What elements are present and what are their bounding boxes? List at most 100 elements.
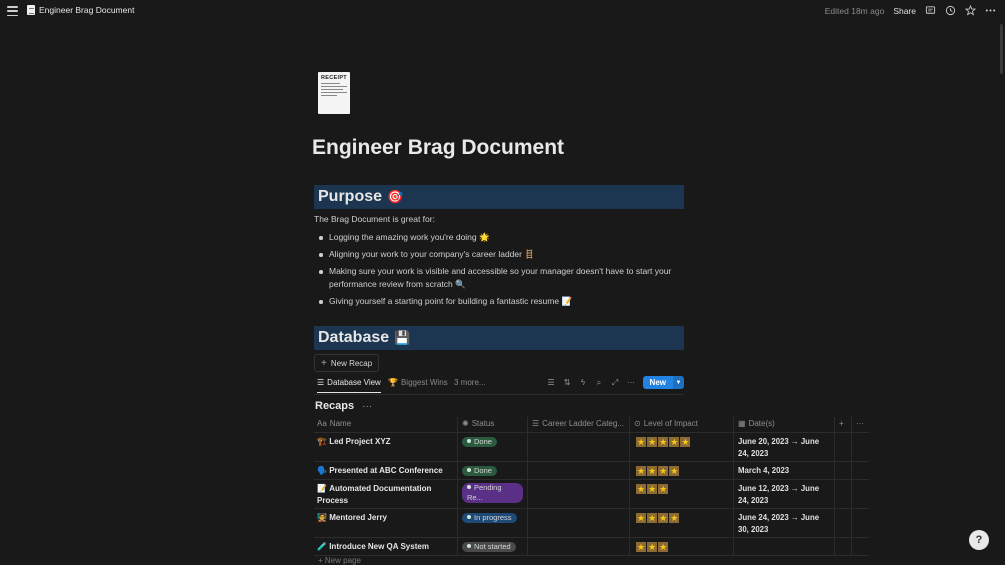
row-impact-cell[interactable]: ★ ★ ★ ★ [630, 509, 734, 537]
row-status-cell[interactable]: In progress [458, 509, 528, 537]
receipt-page-icon[interactable]: RECEIPT [318, 72, 350, 114]
share-button[interactable]: Share [893, 6, 916, 16]
row-date-cell[interactable]: June 24, 2023 → June 30, 2023 [734, 509, 835, 537]
column-header-status[interactable]: ✺ Status [458, 417, 528, 432]
row-impact-cell[interactable]: ★ ★ ★ [630, 538, 734, 555]
table-body: 🏗️ Led Project XYZ Done ★ ★ ★ ★ ★ June 20, 2023… [314, 433, 869, 556]
row-name[interactable]: Led Project XYZ [329, 437, 390, 446]
row-career-cell[interactable] [528, 509, 630, 537]
row-career-cell[interactable] [528, 538, 630, 555]
status-badge[interactable]: Not started [462, 542, 516, 552]
row-name-cell[interactable]: 🧑‍🏫 Mentored Jerry [314, 509, 458, 537]
view-options-icon[interactable]: ··· [627, 378, 636, 387]
row-career-cell[interactable] [528, 462, 630, 479]
row-date-cell[interactable]: June 12, 2023 → June 24, 2023 [734, 480, 835, 508]
chevron-down-icon[interactable]: ▼ [673, 376, 684, 389]
column-header-name[interactable]: Aa Name [314, 417, 458, 432]
row-status-cell[interactable]: Pending Re... [458, 480, 528, 508]
table-row[interactable]: 🧑‍🏫 Mentored Jerry In progress ★ ★ ★ ★ June 24… [314, 509, 869, 538]
row-impact-cell[interactable]: ★ ★ ★ [630, 480, 734, 508]
row-name[interactable]: Presented at ABC Conference [329, 466, 443, 475]
comment-icon[interactable] [925, 5, 936, 16]
page-title[interactable]: Engineer Brag Document [312, 136, 564, 160]
table-row[interactable]: 🗣️ Presented at ABC Conference Done ★ ★ ★ ★ Ma… [314, 462, 869, 480]
more-options-icon[interactable] [985, 5, 996, 16]
column-header-career[interactable]: ☰ Career Ladder Categ... [528, 417, 630, 432]
help-button[interactable]: ? [969, 530, 989, 550]
row-career-cell[interactable] [528, 480, 630, 508]
row-impact-cell[interactable]: ★ ★ ★ ★ [630, 462, 734, 479]
star-icon: ★ [658, 542, 669, 552]
row-emoji-icon: 🗣️ [317, 466, 327, 475]
row-name-cell[interactable]: 📝 Automated Documentation Process [314, 480, 458, 508]
row-name-cell[interactable]: 🧪 Introduce New QA System [314, 538, 458, 555]
breadcrumb[interactable]: Engineer Brag Document [27, 5, 134, 15]
impact-rating: ★ ★ ★ [634, 483, 670, 495]
column-header-dates[interactable]: ▦ Date(s) [734, 417, 835, 432]
table-options-icon[interactable]: ··· [852, 417, 869, 432]
status-badge[interactable]: Pending Re... [462, 483, 523, 503]
tab-label: Biggest Wins [400, 378, 448, 387]
row-date-cell[interactable]: June 20, 2023 → June 24, 2023 [734, 433, 835, 461]
calendar-icon: ▦ [738, 419, 746, 429]
table-row[interactable]: 🧪 Introduce New QA System Not started ★ ★ ★ [314, 538, 869, 556]
status-property-icon: ✺ [462, 419, 469, 429]
row-status-cell[interactable]: Done [458, 462, 528, 479]
automation-icon[interactable]: ϟ [579, 378, 588, 387]
row-date: June 24, 2023 → June 30, 2023 [738, 513, 820, 534]
history-icon[interactable] [945, 5, 956, 16]
search-icon[interactable]: ⌕ [595, 378, 604, 388]
top-actions: Edited 18m ago Share [825, 5, 996, 16]
row-name[interactable]: Introduce New QA System [329, 542, 429, 551]
column-header-impact[interactable]: ⊙ Level of Impact [630, 417, 734, 432]
status-badge[interactable]: In progress [462, 513, 517, 523]
plus-icon: + [321, 357, 327, 369]
status-dot-icon [467, 485, 471, 490]
star-icon: ★ [647, 513, 658, 523]
impact-rating: ★ ★ ★ ★ [634, 512, 681, 524]
status-dot-icon [467, 468, 471, 473]
row-name-cell[interactable]: 🗣️ Presented at ABC Conference [314, 462, 458, 479]
row-name-cell[interactable]: 🏗️ Led Project XYZ [314, 433, 458, 461]
database-options-icon[interactable]: ··· [362, 401, 372, 412]
status-dot-icon [467, 515, 471, 520]
new-page-button[interactable]: + New page [318, 556, 361, 565]
tab-more-views[interactable]: 3 more... [454, 378, 486, 387]
row-status-cell[interactable]: Done [458, 433, 528, 461]
sort-icon[interactable]: ⇅ [563, 378, 572, 387]
menu-icon[interactable] [7, 6, 18, 16]
filter-icon[interactable]: ☰ [547, 378, 556, 387]
database-title-text[interactable]: Recaps [315, 400, 354, 412]
new-button-label[interactable]: New [642, 376, 673, 389]
status-badge[interactable]: Done [462, 437, 497, 447]
star-icon: ★ [669, 513, 680, 523]
star-icon: ★ [680, 437, 691, 447]
tab-biggest-wins[interactable]: 🏆 Biggest Wins [388, 378, 448, 387]
row-emoji-icon: 🏗️ [317, 437, 327, 446]
star-icon: ★ [647, 542, 658, 552]
new-button[interactable]: New ▼ [642, 376, 684, 389]
row-name[interactable]: Mentored Jerry [329, 513, 387, 522]
row-date-cell[interactable] [734, 538, 835, 555]
row-name[interactable]: Automated Documentation Process [317, 484, 431, 505]
text-property-icon: Aa [317, 419, 327, 429]
scrollbar[interactable] [1000, 24, 1003, 74]
favorite-star-icon[interactable] [965, 5, 976, 16]
status-badge[interactable]: Done [462, 466, 497, 476]
recaps-table: Aa Name ✺ Status ☰ Career Ladder Categ... ⊙… [314, 417, 869, 556]
expand-icon[interactable]: ⤢ [611, 378, 620, 388]
top-bar: Engineer Brag Document Edited 18m ago Sh… [0, 0, 1005, 24]
table-row[interactable]: 📝 Automated Documentation Process Pending… [314, 480, 869, 509]
add-property-button[interactable]: + [835, 417, 852, 432]
row-impact-cell[interactable]: ★ ★ ★ ★ ★ [630, 433, 734, 461]
table-row[interactable]: 🏗️ Led Project XYZ Done ★ ★ ★ ★ ★ June 20, 2023… [314, 433, 869, 462]
tab-database-view[interactable]: ☰ Database View [317, 378, 381, 393]
row-date-cell[interactable]: March 4, 2023 [734, 462, 835, 479]
new-recap-button[interactable]: + New Recap [314, 354, 380, 372]
tab-label: Database View [327, 378, 381, 387]
star-icon: ★ [636, 437, 647, 447]
row-career-cell[interactable] [528, 433, 630, 461]
star-icon: ★ [647, 484, 658, 494]
select-property-icon: ⊙ [634, 419, 641, 429]
row-status-cell[interactable]: Not started [458, 538, 528, 555]
